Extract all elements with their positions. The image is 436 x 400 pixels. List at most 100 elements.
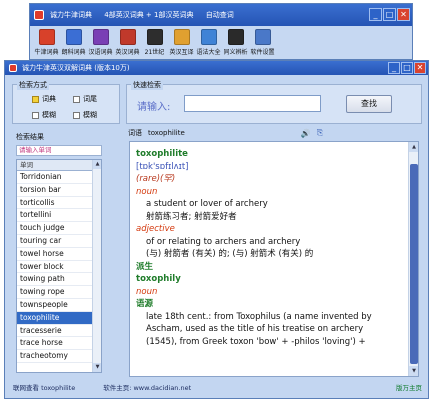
mode-radio-4[interactable]: 模糊 bbox=[73, 110, 97, 120]
headword: toxophilite bbox=[136, 149, 188, 159]
sense2-cn: (与) 射箭者 (有关) 的; (与) 射箭术 (有关) 的 bbox=[146, 249, 314, 259]
top-toolbar-window: 诚力牛津词典 4部英汉词典 + 1部汉英词典 自动查词 _ □ ✕ 牛津词典 朗科… bbox=[29, 3, 413, 60]
tool-button[interactable]: 英汉互译 bbox=[168, 29, 195, 56]
word-list[interactable]: 单词 Torridonian torsion bar torticollis tort… bbox=[16, 159, 102, 373]
search-button[interactable]: 查找 bbox=[346, 95, 392, 113]
radio-selected-icon[interactable] bbox=[32, 95, 39, 103]
word-list-scrollbar[interactable]: ▲ ▼ bbox=[92, 160, 101, 372]
list-item[interactable]: toxophilite bbox=[17, 311, 101, 325]
window-controls: _ □ ✕ bbox=[369, 8, 410, 21]
speaker-icon[interactable]: 🔊 bbox=[301, 129, 311, 138]
pos-adjective: adjective bbox=[136, 224, 175, 234]
settings-icon bbox=[254, 29, 271, 45]
sense1-en: a student or lover of archery bbox=[146, 199, 268, 209]
tool-label: 软件设置 bbox=[250, 49, 275, 56]
century-dict-icon bbox=[146, 29, 163, 45]
sense1-cn: 射箭练习者; 射箭爱好者 bbox=[146, 211, 237, 222]
definition-panel[interactable]: toxophilite [tɒk'sɒfɪlʌɪt] (rare)(罕) nou… bbox=[129, 141, 419, 377]
search-mode-title: 检索方式 bbox=[17, 80, 49, 90]
app-icon bbox=[34, 10, 44, 20]
mode-radio-1[interactable]: 词典 bbox=[32, 94, 56, 104]
list-item[interactable]: tracesserie bbox=[17, 325, 101, 338]
tool-label: 英汉词典 bbox=[115, 49, 140, 56]
top-title: 诚力牛津词典 4部英汉词典 + 1部汉英词典 自动查词 bbox=[50, 10, 244, 20]
list-item[interactable]: towing path bbox=[17, 273, 101, 287]
radio-icon[interactable] bbox=[32, 111, 39, 119]
synonym-icon bbox=[227, 29, 244, 45]
tool-button[interactable]: 英汉词典 bbox=[114, 29, 141, 56]
word-list-items: Torridonian torsion bar torticollis tortell… bbox=[17, 171, 101, 363]
status-lookup-link[interactable]: 联网查看 toxophilite bbox=[13, 382, 75, 392]
search-mode-group: 检索方式 bbox=[12, 80, 120, 124]
longman-book-icon bbox=[65, 29, 82, 45]
status-bar: 联网查看 toxophilite 软件主页: www.dacidian.net … bbox=[5, 380, 428, 394]
word-filter-input[interactable]: 请输入单词 bbox=[16, 145, 102, 156]
tool-button[interactable]: 牛津词典 bbox=[33, 29, 60, 56]
list-item[interactable]: Torridonian bbox=[17, 171, 101, 184]
definition-scrollbar[interactable]: ▲ ▼ bbox=[408, 142, 418, 376]
tool-label: 朗科词典 bbox=[61, 49, 86, 56]
list-item[interactable]: touring car bbox=[17, 235, 101, 248]
origin-title: 语源 bbox=[136, 299, 154, 309]
status-right[interactable]: 版万主页 bbox=[396, 382, 422, 392]
tool-button[interactable]: 同义辨析 bbox=[222, 29, 249, 56]
minimize-icon[interactable]: _ bbox=[369, 8, 382, 21]
tool-button[interactable]: 软件设置 bbox=[249, 29, 276, 56]
tool-button[interactable]: 汉语词典 bbox=[87, 29, 114, 56]
list-item[interactable]: townspeople bbox=[17, 299, 101, 312]
ae-dict-icon bbox=[119, 29, 136, 45]
app-icon bbox=[9, 64, 17, 72]
list-item[interactable]: torticollis bbox=[17, 197, 101, 210]
list-item[interactable]: tracheotomy bbox=[17, 350, 101, 363]
register-label: (rare)(罕) bbox=[136, 174, 176, 184]
phonetic: [tɒk'sɒfɪlʌɪt] bbox=[136, 161, 189, 172]
minimize-icon[interactable]: _ bbox=[388, 62, 400, 74]
derivative-title: 派生 bbox=[136, 261, 154, 272]
list-item[interactable]: tower block bbox=[17, 261, 101, 274]
main-titlebar: 诚力牛津英汉双解词典 (版本10万) _ □ ✕ bbox=[5, 61, 428, 75]
main-title: 诚力牛津英汉双解词典 (版本10万) bbox=[22, 64, 130, 72]
search-input[interactable] bbox=[184, 95, 321, 112]
origin-line-1: late 18th cent.: from Toxophilus (a name… bbox=[146, 311, 372, 322]
scroll-down-icon[interactable]: ▼ bbox=[409, 366, 418, 376]
close-icon[interactable]: ✕ bbox=[397, 8, 410, 21]
scroll-down-icon[interactable]: ▼ bbox=[93, 363, 101, 372]
list-item[interactable]: torsion bar bbox=[17, 184, 101, 197]
definition-title: 词语 bbox=[128, 129, 142, 137]
scroll-thumb[interactable] bbox=[410, 164, 418, 364]
radio-icon[interactable] bbox=[73, 95, 80, 103]
origin-line-2: Ascham, used as the title of his treatis… bbox=[146, 324, 364, 334]
oxford-book-icon bbox=[38, 29, 55, 45]
definition-header: 词语 toxophilite 🔊 ⎘ bbox=[128, 128, 323, 138]
results-title: 检索结果 bbox=[16, 133, 44, 141]
list-item[interactable]: touch judge bbox=[17, 222, 101, 235]
translate-icon bbox=[173, 29, 190, 45]
list-item[interactable]: towel horse bbox=[17, 248, 101, 261]
scroll-up-icon[interactable]: ▲ bbox=[409, 142, 418, 152]
tool-button[interactable]: 语法大全 bbox=[195, 29, 222, 56]
title-seg-3: 自动查词 bbox=[205, 11, 234, 19]
restore-icon[interactable]: □ bbox=[401, 62, 413, 74]
tool-button[interactable]: 21世纪 bbox=[141, 29, 168, 56]
status-site[interactable]: 软件主页: www.dacidian.net bbox=[103, 382, 191, 392]
search-label: 请输入: bbox=[137, 102, 171, 113]
list-item[interactable]: tortellini bbox=[17, 209, 101, 223]
chinese-dict-icon bbox=[92, 29, 109, 45]
list-item[interactable]: trace horse bbox=[17, 337, 101, 351]
mode-radio-3[interactable]: 模糊 bbox=[32, 110, 56, 120]
title-seg-2: 4部英汉词典 + 1部汉英词典 bbox=[104, 11, 194, 19]
copy-icon[interactable]: ⎘ bbox=[317, 128, 323, 138]
list-item[interactable]: towing rope bbox=[17, 286, 101, 299]
word-list-header: 单词 bbox=[17, 160, 101, 171]
maximize-icon[interactable]: □ bbox=[383, 8, 396, 21]
tool-label: 牛津词典 bbox=[34, 49, 59, 56]
tool-label: 21世纪 bbox=[144, 49, 165, 56]
grammar-icon bbox=[200, 29, 217, 45]
mode-radio-2[interactable]: 词尾 bbox=[73, 94, 97, 104]
tool-button[interactable]: 朗科词典 bbox=[60, 29, 87, 56]
close-icon[interactable]: ✕ bbox=[414, 62, 426, 74]
quick-search-title: 快速检索 bbox=[131, 80, 163, 90]
tool-strip: 牛津词典 朗科词典 汉语词典 英汉词典 21世纪 英汉互译 语法大全 同义辨析 软件设置 bbox=[30, 26, 412, 56]
scroll-up-icon[interactable]: ▲ bbox=[93, 160, 101, 169]
radio-icon[interactable] bbox=[73, 111, 80, 119]
